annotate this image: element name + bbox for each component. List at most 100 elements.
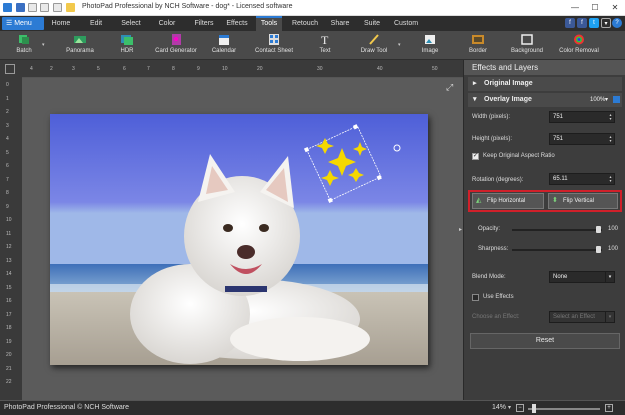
ribbon-panorama-button[interactable]: Panorama [58,33,102,59]
sharpness-label: Sharpness: [478,246,509,252]
zoom-level[interactable]: 14% [492,404,506,411]
ribbon-background-button[interactable]: Background [505,33,549,59]
tab-filters[interactable]: Filters [188,16,220,31]
width-input[interactable]: 751 ▴ ▾ [549,111,615,123]
ribbon-batch-button[interactable]: Batch [4,33,44,59]
select-tool-icon[interactable] [5,64,15,74]
ribbon-label: Contact Sheet [254,48,294,54]
overlay-zoom-value[interactable]: 100% [590,93,605,107]
ribbon-border-button[interactable]: Border [460,33,496,59]
overlay-image-label: Overlay Image [484,96,532,103]
height-value: 751 [553,136,564,142]
draw-tool-dropdown-icon[interactable]: ▾ [398,42,401,48]
effects-panel: Effects and Layers ▸ Original Image ▾ Ov… [463,60,625,400]
rotation-input[interactable]: 65.11 ▴ ▾ [549,173,615,185]
ruler-tick-label: 1 [6,95,9,102]
photo-canvas-image[interactable] [50,114,428,365]
use-effects-label: Use Effects [483,294,514,300]
rotation-spinner-icon[interactable]: ▴ ▾ [608,175,613,184]
save-icon[interactable] [16,3,25,12]
ribbon-color-removal-button[interactable]: Color Removal [555,33,603,59]
flip-horizontal-button[interactable]: ◭ Flip Horizontal [472,193,544,209]
facebook-icon[interactable]: f [577,18,587,28]
open-folder-icon[interactable] [66,3,75,12]
original-image-section[interactable]: ▸ Original Image [468,77,622,91]
blend-mode-label: Blend Mode: [472,274,506,280]
use-effects-checkbox[interactable] [472,294,479,301]
batch-dropdown-icon[interactable]: ▾ [42,42,45,48]
redo-icon[interactable] [40,3,49,12]
twitter-icon[interactable]: t [589,18,599,28]
tab-share[interactable]: Share [325,16,355,31]
ribbon-image-button[interactable]: Image [414,33,446,59]
tab-color[interactable]: Color [150,16,184,31]
ribbon-label: Card Generator [155,48,197,54]
main-menu-button[interactable]: ☰ Menu [2,17,44,30]
ribbon-contact-sheet-button[interactable]: Contact Sheet [250,33,298,59]
blend-mode-select[interactable]: None ▾ [549,271,615,283]
sharpness-slider[interactable] [512,249,602,251]
border-icon [472,35,484,44]
tab-edit[interactable]: Edit [80,16,112,31]
zoom-out-icon[interactable]: − [516,404,524,412]
zoom-slider-handle[interactable] [532,404,536,413]
flip-vertical-button[interactable]: ⬍ Flip Vertical [548,193,618,209]
tab-home[interactable]: Home [48,16,74,31]
tab-select[interactable]: Select [115,16,147,31]
ribbon-card-generator-button[interactable]: Card Generator [152,33,200,59]
tab-custom[interactable]: Custom [390,16,422,31]
window-title: PhotoPad Professional by NCH Software - … [82,3,293,10]
expand-arrow-icon: ▸ [473,80,477,87]
tab-suite[interactable]: Suite [358,16,386,31]
ruler-tick-label: 50 [432,66,438,72]
ruler-tick-label: 14 [6,271,12,277]
height-input[interactable]: 751 ▴ ▾ [549,133,615,145]
undo-icon[interactable] [28,3,37,12]
tab-retouch[interactable]: Retouch [288,16,322,31]
zoom-in-icon[interactable]: + [605,404,613,412]
height-label: Height (pixels): [472,136,513,142]
help-icon[interactable]: ? [612,18,622,28]
keep-ratio-checkbox[interactable]: ✓ [472,153,479,160]
batch-icon [19,35,29,44]
width-spinner-icon[interactable]: ▴ ▾ [608,113,613,122]
ribbon-label: Draw Tool [360,48,388,54]
opacity-slider-handle[interactable] [596,226,601,233]
ribbon-label: Batch [16,48,32,54]
choose-effect-select[interactable]: Select an Effect ▾ [549,311,615,323]
ribbon-hdr-button[interactable]: HDR [108,33,146,59]
ribbon-draw-tool-button[interactable]: Draw Tool [356,33,392,59]
new-icon[interactable] [53,3,62,12]
draw-icon [369,34,379,45]
tab-tools[interactable]: Tools [256,16,282,31]
fullscreen-icon[interactable]: ⤢ [446,82,453,93]
ruler-tick-label: 12 [6,244,12,250]
panel-collapse-icon[interactable]: ▸ [459,226,462,233]
ribbon-label: Color Removal [559,48,599,54]
close-button[interactable]: ✕ [605,0,625,15]
ribbon-text-button[interactable]: T Text [310,33,340,59]
facebook-like-icon[interactable]: f [565,18,575,28]
zoom-slider[interactable] [528,408,600,410]
overlay-image-section[interactable]: ▾ Overlay Image 100% ▾ [468,93,622,107]
chevron-down-icon: ▾ [605,312,614,322]
reset-button[interactable]: Reset [470,333,620,349]
zoom-dropdown-icon[interactable]: ▾ [508,404,511,411]
minimize-button[interactable]: — [565,0,585,15]
ruler-tick-label: 5 [97,66,100,72]
maximize-button[interactable]: ☐ [585,0,605,15]
tab-effects[interactable]: Effects [222,16,252,31]
ruler-tick-label: 5 [6,149,9,156]
height-spinner-icon[interactable]: ▴ ▾ [608,135,613,144]
ribbon-label: Background [510,48,544,54]
background-icon [521,34,533,45]
delete-overlay-icon[interactable] [613,96,620,103]
ribbon-calendar-button[interactable]: Calendar [205,33,243,59]
settings-icon[interactable]: ▾ [601,18,611,28]
sharpness-slider-handle[interactable] [596,246,601,253]
opacity-slider[interactable] [512,229,602,231]
ruler-tick-label: 18 [6,325,12,331]
ruler-tick-label: 15 [6,284,12,291]
copyright-text: PhotoPad Professional © NCH Software [4,404,129,411]
overlay-zoom-dropdown-icon[interactable]: ▾ [605,93,608,107]
